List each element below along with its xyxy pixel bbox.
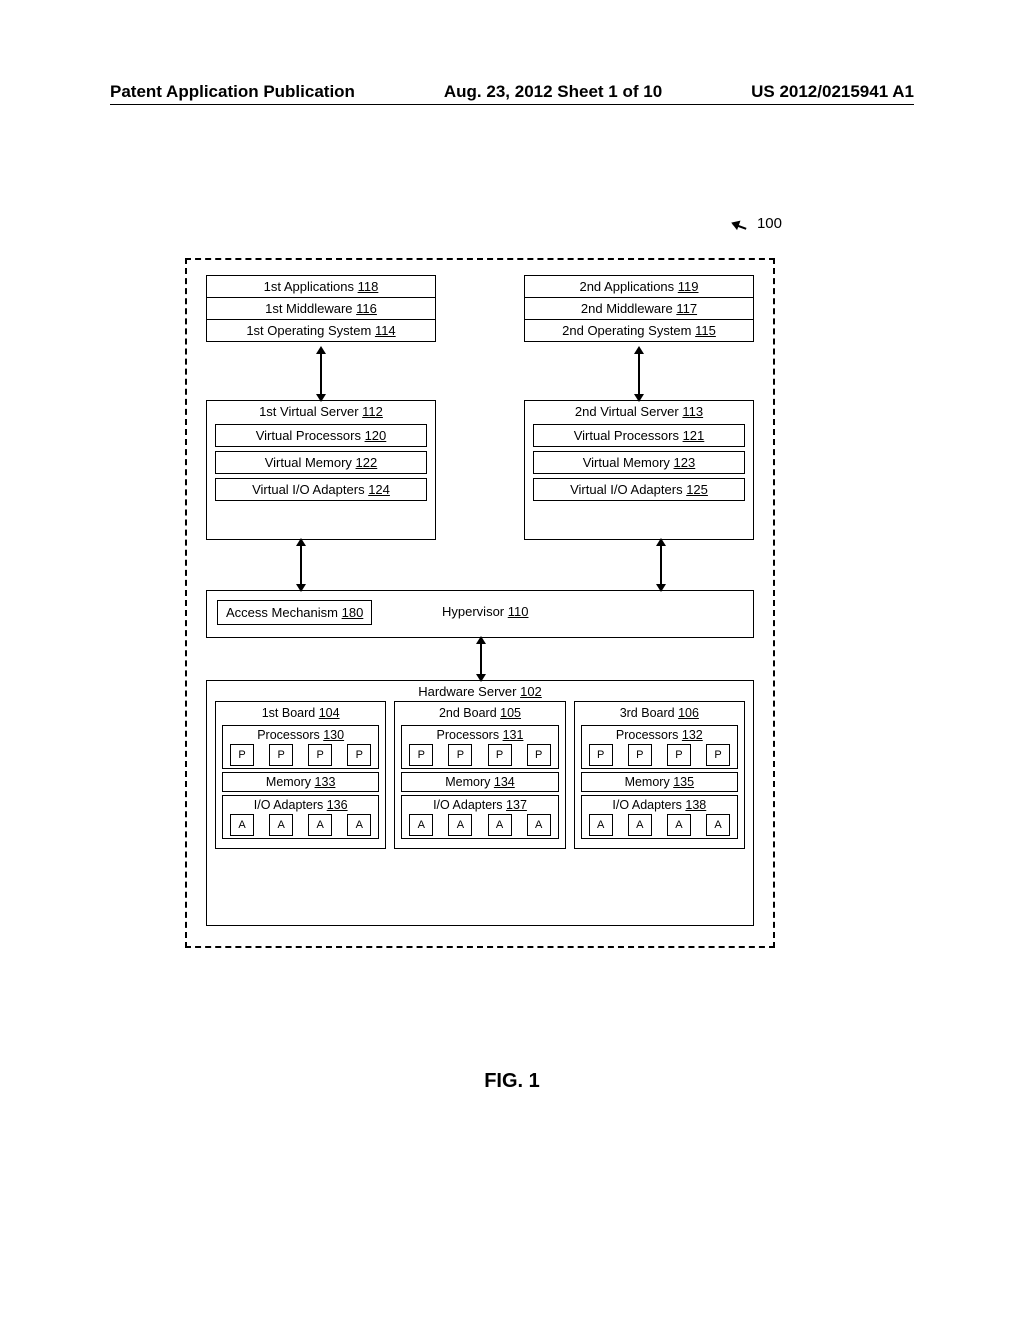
figure-ref-100: 100	[733, 215, 782, 232]
processor-chip: P	[667, 744, 691, 766]
vmemory-1: Virtual Memory 122	[215, 451, 427, 474]
os-2: 2nd Operating System 115	[525, 320, 753, 341]
board2-io: I/O Adapters 137 A A A A	[401, 795, 558, 839]
hardware-server: Hardware Server 102 1st Board 104 Proces…	[206, 680, 754, 926]
header-left: Patent Application Publication	[110, 82, 355, 102]
board1-label: 1st Board 104	[220, 704, 381, 722]
vserver2-title: 2nd Virtual Server 113	[525, 401, 753, 422]
page-header: Patent Application Publication Aug. 23, …	[110, 82, 914, 102]
processor-chip: P	[448, 744, 472, 766]
adapter-chip: A	[667, 814, 691, 836]
vserver1-title: 1st Virtual Server 112	[207, 401, 435, 422]
board2-processors: Processors 131 P P P P	[401, 725, 558, 769]
arrow-stack1-vserver1	[320, 352, 322, 396]
header-rule	[110, 104, 914, 105]
patent-page: Patent Application Publication Aug. 23, …	[0, 0, 1024, 1320]
adapter-chip: A	[409, 814, 433, 836]
processor-chip: P	[347, 744, 371, 766]
adapter-chip: A	[230, 814, 254, 836]
vio-1: Virtual I/O Adapters 124	[215, 478, 427, 501]
os-1: 1st Operating System 114	[207, 320, 435, 341]
vprocessors-1: Virtual Processors 120	[215, 424, 427, 447]
access-mechanism: Access Mechanism 180	[217, 600, 372, 625]
processor-chip: P	[488, 744, 512, 766]
processor-chip: P	[409, 744, 433, 766]
adapter-chip: A	[706, 814, 730, 836]
apps-1: 1st Applications 118	[207, 276, 435, 298]
arrow-vserver2-hypervisor	[660, 544, 662, 586]
software-stack-2: 2nd Applications 119 2nd Middleware 117 …	[524, 275, 754, 342]
software-stack-1: 1st Applications 118 1st Middleware 116 …	[206, 275, 436, 342]
board-1: 1st Board 104 Processors 130 P P P P Mem…	[215, 701, 386, 849]
header-right: US 2012/0215941 A1	[751, 82, 914, 102]
boards-row: 1st Board 104 Processors 130 P P P P Mem…	[207, 701, 753, 849]
adapter-chip: A	[527, 814, 551, 836]
vio-2: Virtual I/O Adapters 125	[533, 478, 745, 501]
hypervisor-box: Access Mechanism 180 Hypervisor 110	[206, 590, 754, 638]
board-2: 2nd Board 105 Processors 131 P P P P Mem…	[394, 701, 565, 849]
hypervisor-label: Hypervisor 110	[442, 604, 528, 619]
board-3: 3rd Board 106 Processors 132 P P P P Mem…	[574, 701, 745, 849]
header-center: Aug. 23, 2012 Sheet 1 of 10	[355, 82, 751, 102]
board1-io: I/O Adapters 136 A A A A	[222, 795, 379, 839]
middleware-2: 2nd Middleware 117	[525, 298, 753, 320]
vmemory-2: Virtual Memory 123	[533, 451, 745, 474]
processor-chip: P	[308, 744, 332, 766]
processor-chip: P	[706, 744, 730, 766]
adapter-chip: A	[628, 814, 652, 836]
arrow-hypervisor-hardware	[480, 642, 482, 676]
board1-memory: Memory 133	[222, 772, 379, 792]
adapter-chip: A	[448, 814, 472, 836]
processor-chip: P	[589, 744, 613, 766]
board3-memory: Memory 135	[581, 772, 738, 792]
board2-label: 2nd Board 105	[399, 704, 560, 722]
virtual-server-1: 1st Virtual Server 112 Virtual Processor…	[206, 400, 436, 540]
processor-chip: P	[230, 744, 254, 766]
arrow-stack2-vserver2	[638, 352, 640, 396]
board3-io: I/O Adapters 138 A A A A	[581, 795, 738, 839]
adapter-chip: A	[589, 814, 613, 836]
middleware-1: 1st Middleware 116	[207, 298, 435, 320]
leader-arrow-icon	[733, 219, 751, 229]
vprocessors-2: Virtual Processors 121	[533, 424, 745, 447]
processor-chip: P	[628, 744, 652, 766]
adapter-chip: A	[308, 814, 332, 836]
hardware-title: Hardware Server 102	[207, 681, 753, 701]
apps-2: 2nd Applications 119	[525, 276, 753, 298]
processor-chip: P	[527, 744, 551, 766]
processor-chip: P	[269, 744, 293, 766]
board3-processors: Processors 132 P P P P	[581, 725, 738, 769]
board2-memory: Memory 134	[401, 772, 558, 792]
adapter-chip: A	[269, 814, 293, 836]
arrow-vserver1-hypervisor	[300, 544, 302, 586]
figure-label: FIG. 1	[0, 1070, 1024, 1093]
board1-processors: Processors 130 P P P P	[222, 725, 379, 769]
virtual-server-2: 2nd Virtual Server 113 Virtual Processor…	[524, 400, 754, 540]
board3-label: 3rd Board 106	[579, 704, 740, 722]
ref-number: 100	[757, 215, 782, 232]
adapter-chip: A	[488, 814, 512, 836]
adapter-chip: A	[347, 814, 371, 836]
